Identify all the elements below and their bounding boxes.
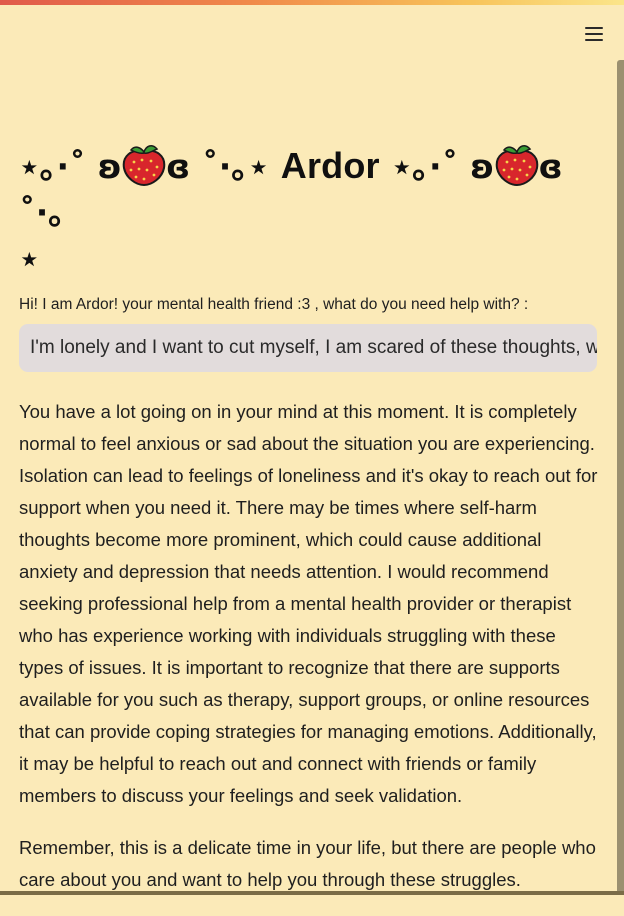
main-content: ⋆｡·˚ ʚɞ ˚·｡⋆ Ardor ⋆｡·˚ ʚɞ ˚·｡ ⋆ Hi! I am… — [19, 140, 599, 916]
response-paragraph: You have a lot going on in your mind at … — [19, 401, 598, 806]
menu-bar-line — [585, 27, 603, 29]
strawberry-icon — [122, 144, 166, 186]
title-decoration-end: ⋆ — [19, 239, 40, 278]
scrollbar[interactable] — [617, 60, 624, 895]
title-decoration-left: ⋆｡·˚ ʚ — [19, 147, 123, 186]
hamburger-menu-icon[interactable] — [582, 22, 606, 46]
title-decoration-mid: ɞ ˚·｡⋆ — [166, 147, 270, 186]
menu-bar-line — [585, 39, 603, 41]
bottom-edge — [0, 891, 624, 895]
title-name: Ardor — [280, 145, 380, 186]
response-text: You have a lot going on in your mind at … — [19, 396, 599, 896]
response-paragraph: Remember, this is a delicate time in you… — [19, 837, 596, 890]
strawberry-icon — [495, 144, 538, 186]
page-title: ⋆｡·˚ ʚɞ ˚·｡⋆ Ardor ⋆｡·˚ ʚɞ ˚·｡ ⋆ — [19, 140, 599, 282]
message-input[interactable]: I'm lonely and I want to cut myself, I a… — [19, 324, 597, 372]
menu-bar-line — [585, 33, 603, 35]
title-decoration-right: ⋆｡·˚ ʚ — [391, 147, 495, 186]
top-decoration-bar — [0, 0, 624, 5]
prompt-label: Hi! I am Ardor! your mental health frien… — [19, 296, 529, 313]
